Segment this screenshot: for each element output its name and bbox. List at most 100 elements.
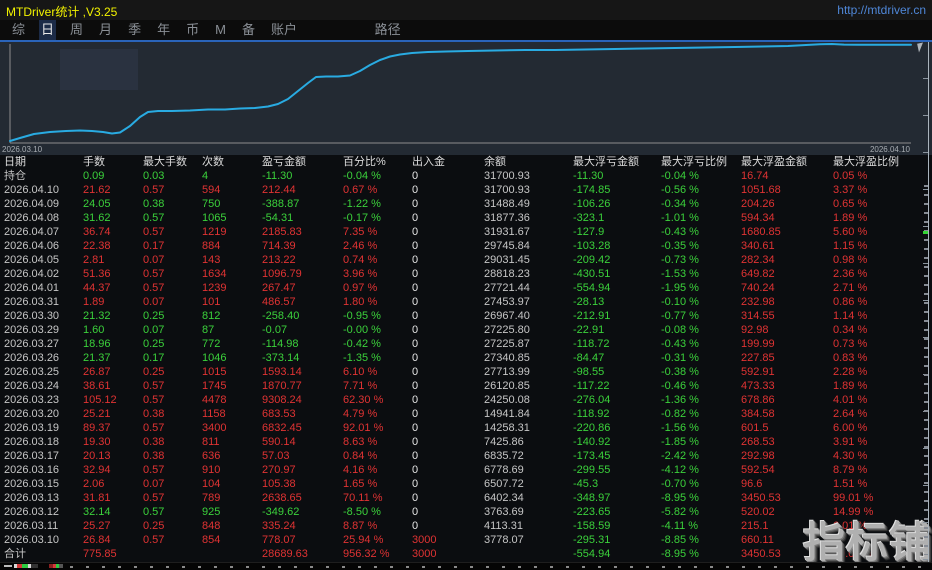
cell-num: 486.57: [262, 296, 296, 308]
cell-bal: 26967.40: [484, 310, 530, 322]
cell-bal: 6402.34: [484, 492, 524, 504]
cell-num: -0.04 %: [343, 170, 381, 182]
cell-num: 0.57: [143, 282, 165, 294]
column-header-7: 余额: [484, 156, 506, 168]
cell-num: 20.13: [83, 450, 111, 462]
cell-num: 884: [202, 240, 221, 252]
app-title: MTDriver统计 ,V3.25: [6, 5, 118, 19]
cell-bal: 27340.85: [484, 352, 530, 364]
cell-dd: -5.82 %: [661, 506, 699, 518]
column-header-3: 次数: [202, 156, 224, 168]
cell-bal: 27225.80: [484, 324, 530, 336]
cell-du: 0.83 %: [833, 352, 868, 364]
cell-du: 96.6: [741, 478, 763, 490]
cell-dd: -11.30: [573, 170, 604, 182]
column-header-0: 日期: [4, 156, 26, 168]
cell-num: -0.00 %: [343, 324, 381, 336]
cell-num: 1634: [202, 268, 227, 280]
cell-num: 0.38: [143, 436, 165, 448]
cell-bal: 7425.86: [484, 436, 524, 448]
cell-num: 7.35 %: [343, 226, 378, 238]
cell-date: 2026.03.10: [4, 534, 60, 546]
cell-bal: 27721.44: [484, 282, 530, 294]
menu-item-日[interactable]: 日: [39, 20, 57, 40]
cell-num: 21.37: [83, 352, 111, 364]
cell-dd: -223.65: [573, 506, 611, 518]
menu-item-账户[interactable]: 账户: [269, 20, 299, 40]
cell-bal: 24250.08: [484, 394, 530, 406]
cell-num: 57.03: [262, 450, 290, 462]
scrollbar[interactable]: [928, 42, 929, 562]
cell-num: 0.25: [143, 520, 165, 532]
cell-du: 227.85: [741, 352, 775, 364]
cell-dd: -1.53 %: [661, 268, 699, 280]
cell-dd: -173.45: [573, 450, 611, 462]
menu-item-季[interactable]: 季: [126, 20, 143, 40]
cell-num: 0.38: [143, 408, 165, 420]
cell-date: 2026.03.20: [4, 408, 60, 420]
cell-num: 101: [202, 296, 221, 308]
app-url-link[interactable]: http://mtdriver.cn: [837, 3, 926, 17]
cell-num: 0.97 %: [343, 282, 378, 294]
menu-item-币[interactable]: 币: [184, 20, 201, 40]
taskbar-start-icon[interactable]: [4, 565, 12, 567]
cell-num: 0.84 %: [343, 450, 378, 462]
menu-item-M[interactable]: M: [213, 20, 228, 40]
cell-num: 750: [202, 198, 221, 210]
cell-num: 1.60: [83, 324, 105, 336]
cell-num: 0.03: [143, 170, 165, 182]
menu-bar: 综日周月季年币 M 备账户 路径: [0, 20, 932, 40]
cell-num: 772: [202, 338, 221, 350]
cell-num: 18.96: [83, 338, 111, 350]
cell-num: 2185.83: [262, 226, 302, 238]
cell-num: 26.87: [83, 366, 111, 378]
taskbar-icon-1[interactable]: [14, 564, 38, 568]
menu-item-综[interactable]: 综: [10, 20, 27, 40]
cell-flow: 0: [412, 282, 419, 294]
cell-num: -54.31: [262, 212, 294, 224]
taskbar-icon-2[interactable]: [49, 564, 63, 568]
cell-num: 2638.65: [262, 492, 302, 504]
cell-num: 0.57: [143, 184, 165, 196]
cell-date: 2026.04.07: [4, 226, 60, 238]
table-row: 2026.03.26 21.37 0.17 1046 -373.14 -1.35 % 0 27…: [0, 351, 932, 365]
menu-item-path[interactable]: 路径: [373, 20, 403, 40]
cell-du: 520.02: [741, 506, 775, 518]
cell-dd: -0.04 %: [661, 170, 699, 182]
table-row: 2026.03.10 26.84 0.57 854 778.07 25.94 % 3000 3…: [0, 533, 932, 547]
cell-bal: 27713.99: [484, 366, 530, 378]
cell-du: 2.64 %: [833, 408, 868, 420]
cell-date: 2026.03.16: [4, 464, 60, 476]
cell-du: 0.73 %: [833, 338, 868, 350]
cell-bal: 28818.23: [484, 268, 530, 280]
menu-item-月[interactable]: 月: [97, 20, 114, 40]
cell-num: 2.06: [83, 478, 105, 490]
cell-dd: -0.70 %: [661, 478, 699, 490]
cell-dd: -554.94: [573, 282, 611, 294]
cell-bal: 31877.36: [484, 212, 530, 224]
cell-date: 2026.04.02: [4, 268, 60, 280]
cell-flow: 0: [412, 198, 419, 210]
cell-dd: -2.42 %: [661, 450, 699, 462]
cell-du: 594.34: [741, 212, 775, 224]
cell-num: -8.50 %: [343, 506, 381, 518]
cell-num: 956.32 %: [343, 548, 390, 560]
cell-num: 778.07: [262, 534, 296, 546]
cell-num: 0.38: [143, 450, 165, 462]
menu-item-周[interactable]: 周: [68, 20, 85, 40]
cell-num: 143: [202, 254, 221, 266]
cell-du: 4.30 %: [833, 450, 868, 462]
table-row: 持仓 0.09 0.03 4 -11.30 -0.04 % 0 31700.93 -11.30 -…: [0, 169, 932, 183]
cell-bal: [480, 547, 569, 561]
column-header-11: 最大浮盈比例: [833, 156, 899, 168]
chart-overlay-box: [60, 49, 138, 90]
cell-num: 3.96 %: [343, 268, 378, 280]
cell-num: -388.87: [262, 198, 300, 210]
cell-num: 21.32: [83, 310, 111, 322]
menu-item-年[interactable]: 年: [155, 20, 172, 40]
cell-du: 0.86 %: [833, 296, 868, 308]
cell-bal: 29031.45: [484, 254, 530, 266]
cell-date: 2026.04.08: [4, 212, 60, 224]
menu-item-备[interactable]: 备: [240, 20, 257, 40]
equity-chart-svg: [9, 43, 912, 144]
